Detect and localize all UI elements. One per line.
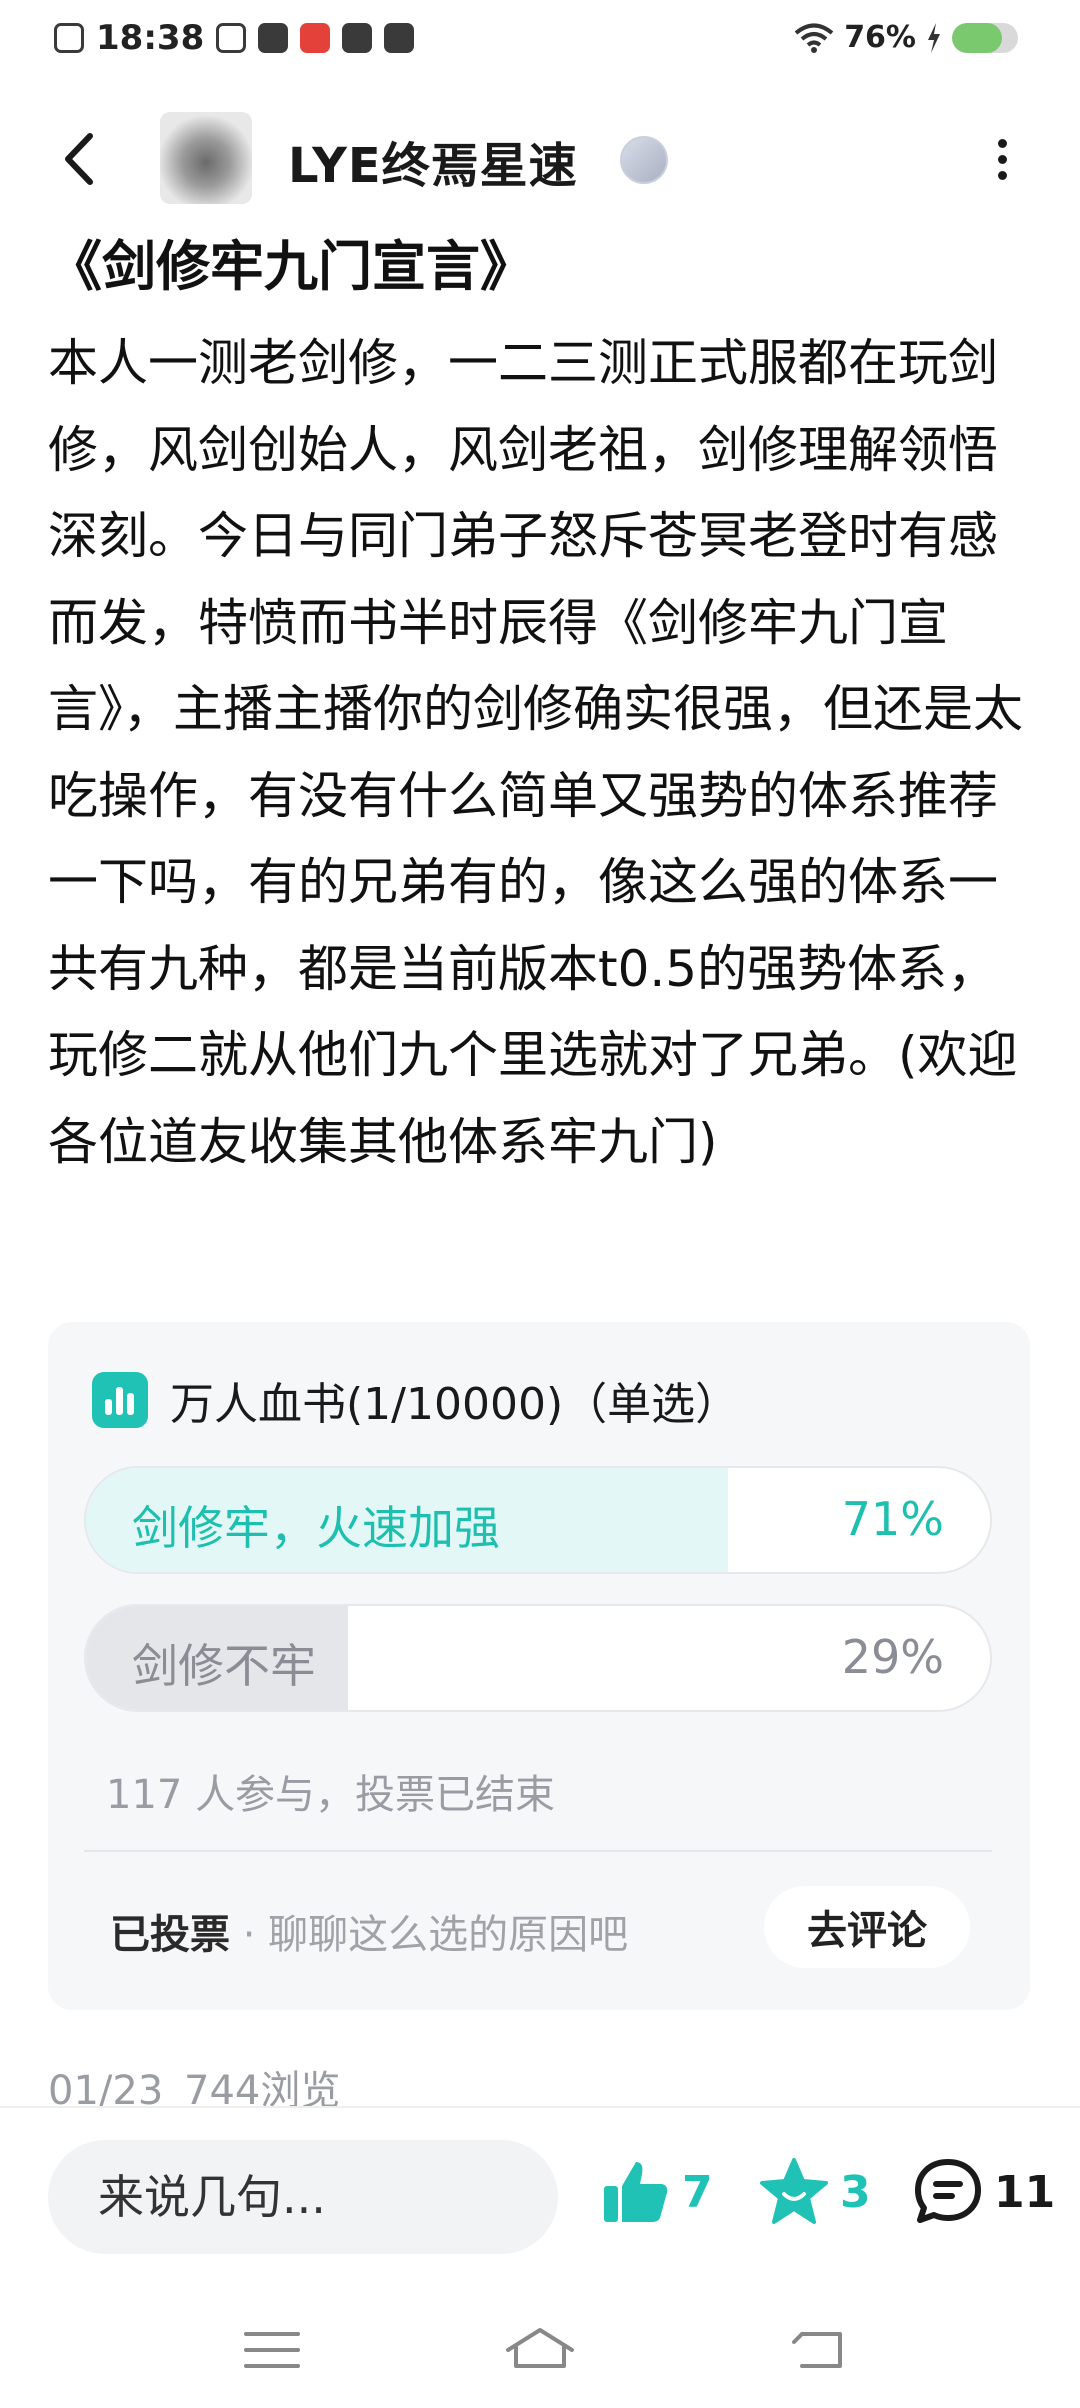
vote-option-1-label: 剑修牢，火速加强 xyxy=(132,1501,500,1555)
bar-chart-icon xyxy=(92,1372,148,1428)
status-left: 18:38 xyxy=(54,18,415,58)
mail-notification-icon xyxy=(216,23,247,53)
go-comment-button[interactable]: 去评论 xyxy=(764,1886,970,1968)
vote-header: 万人血书(1/10000)（单选） xyxy=(92,1368,739,1432)
status-time: 18:38 xyxy=(96,18,205,58)
vote-option-2-percent: 29% xyxy=(841,1630,944,1684)
comment-input[interactable]: 来说几句... xyxy=(48,2140,558,2254)
divider xyxy=(84,1850,992,1852)
avatar[interactable] xyxy=(160,112,252,204)
battery-level xyxy=(952,22,1003,53)
vote-title: 万人血书(1/10000)（单选） xyxy=(170,1379,740,1430)
comments-button[interactable]: 11 xyxy=(912,2156,1055,2228)
home-icon[interactable] xyxy=(500,2320,580,2380)
menu-icon[interactable] xyxy=(232,2320,312,2380)
battery-percent: 76% xyxy=(844,20,916,55)
voted-row: 已投票 · 聊聊这么选的原因吧 xyxy=(110,1902,628,1960)
chevron-left-icon[interactable] xyxy=(50,126,110,192)
user-level-badge-icon xyxy=(620,136,668,184)
vote-status: 117 人参与，投票已结束 xyxy=(106,1772,556,1818)
shopping-notification-icon xyxy=(300,23,331,53)
vote-option-2[interactable]: 剑修不牢 29% xyxy=(84,1604,992,1712)
wifi-icon xyxy=(794,23,834,53)
favorite-button[interactable]: 3 xyxy=(758,2156,871,2228)
back-nav-icon[interactable] xyxy=(780,2320,860,2380)
favorite-count: 3 xyxy=(840,2166,871,2218)
status-right: 76% xyxy=(794,20,1018,55)
vote-option-2-label: 剑修不牢 xyxy=(132,1639,316,1693)
thumbs-up-icon xyxy=(604,2162,668,2222)
vote-option-1[interactable]: 剑修牢，火速加强 71% xyxy=(84,1466,992,1574)
like-button[interactable]: 7 xyxy=(600,2156,713,2228)
sim-icon xyxy=(54,23,84,53)
message-notification-icon-2 xyxy=(384,23,415,53)
battery-icon xyxy=(952,22,1018,53)
post-header: LYE终焉星速 xyxy=(0,104,1080,214)
app-notification-icon xyxy=(258,23,289,53)
charging-icon xyxy=(928,22,940,53)
username[interactable]: LYE终焉星速 xyxy=(288,126,578,196)
like-count: 7 xyxy=(682,2166,713,2218)
more-vertical-icon[interactable] xyxy=(982,132,1022,188)
voted-label: 已投票 xyxy=(110,1912,230,1958)
vote-option-1-percent: 71% xyxy=(841,1492,944,1546)
post-title: 《剑修牢九门宣言》 xyxy=(48,235,534,298)
system-nav-bar xyxy=(0,2292,1080,2408)
post-body: 本人一测老剑修，一二三测正式服都在玩剑修，风剑创始人，风剑老祖，剑修理解领悟深刻… xyxy=(48,334,1023,1171)
comment-count: 11 xyxy=(994,2166,1056,2218)
vote-card: 万人血书(1/10000)（单选） 剑修牢，火速加强 71% 剑修不牢 29% … xyxy=(48,1322,1030,2010)
message-notification-icon xyxy=(342,23,373,53)
bottom-action-bar: 来说几句... 7 3 11 xyxy=(0,2106,1080,2292)
comment-bubble-icon xyxy=(915,2159,981,2223)
star-icon xyxy=(760,2158,828,2224)
status-bar: 18:38 76% xyxy=(0,0,1080,84)
voted-prompt: · 聊聊这么选的原因吧 xyxy=(230,1912,629,1958)
